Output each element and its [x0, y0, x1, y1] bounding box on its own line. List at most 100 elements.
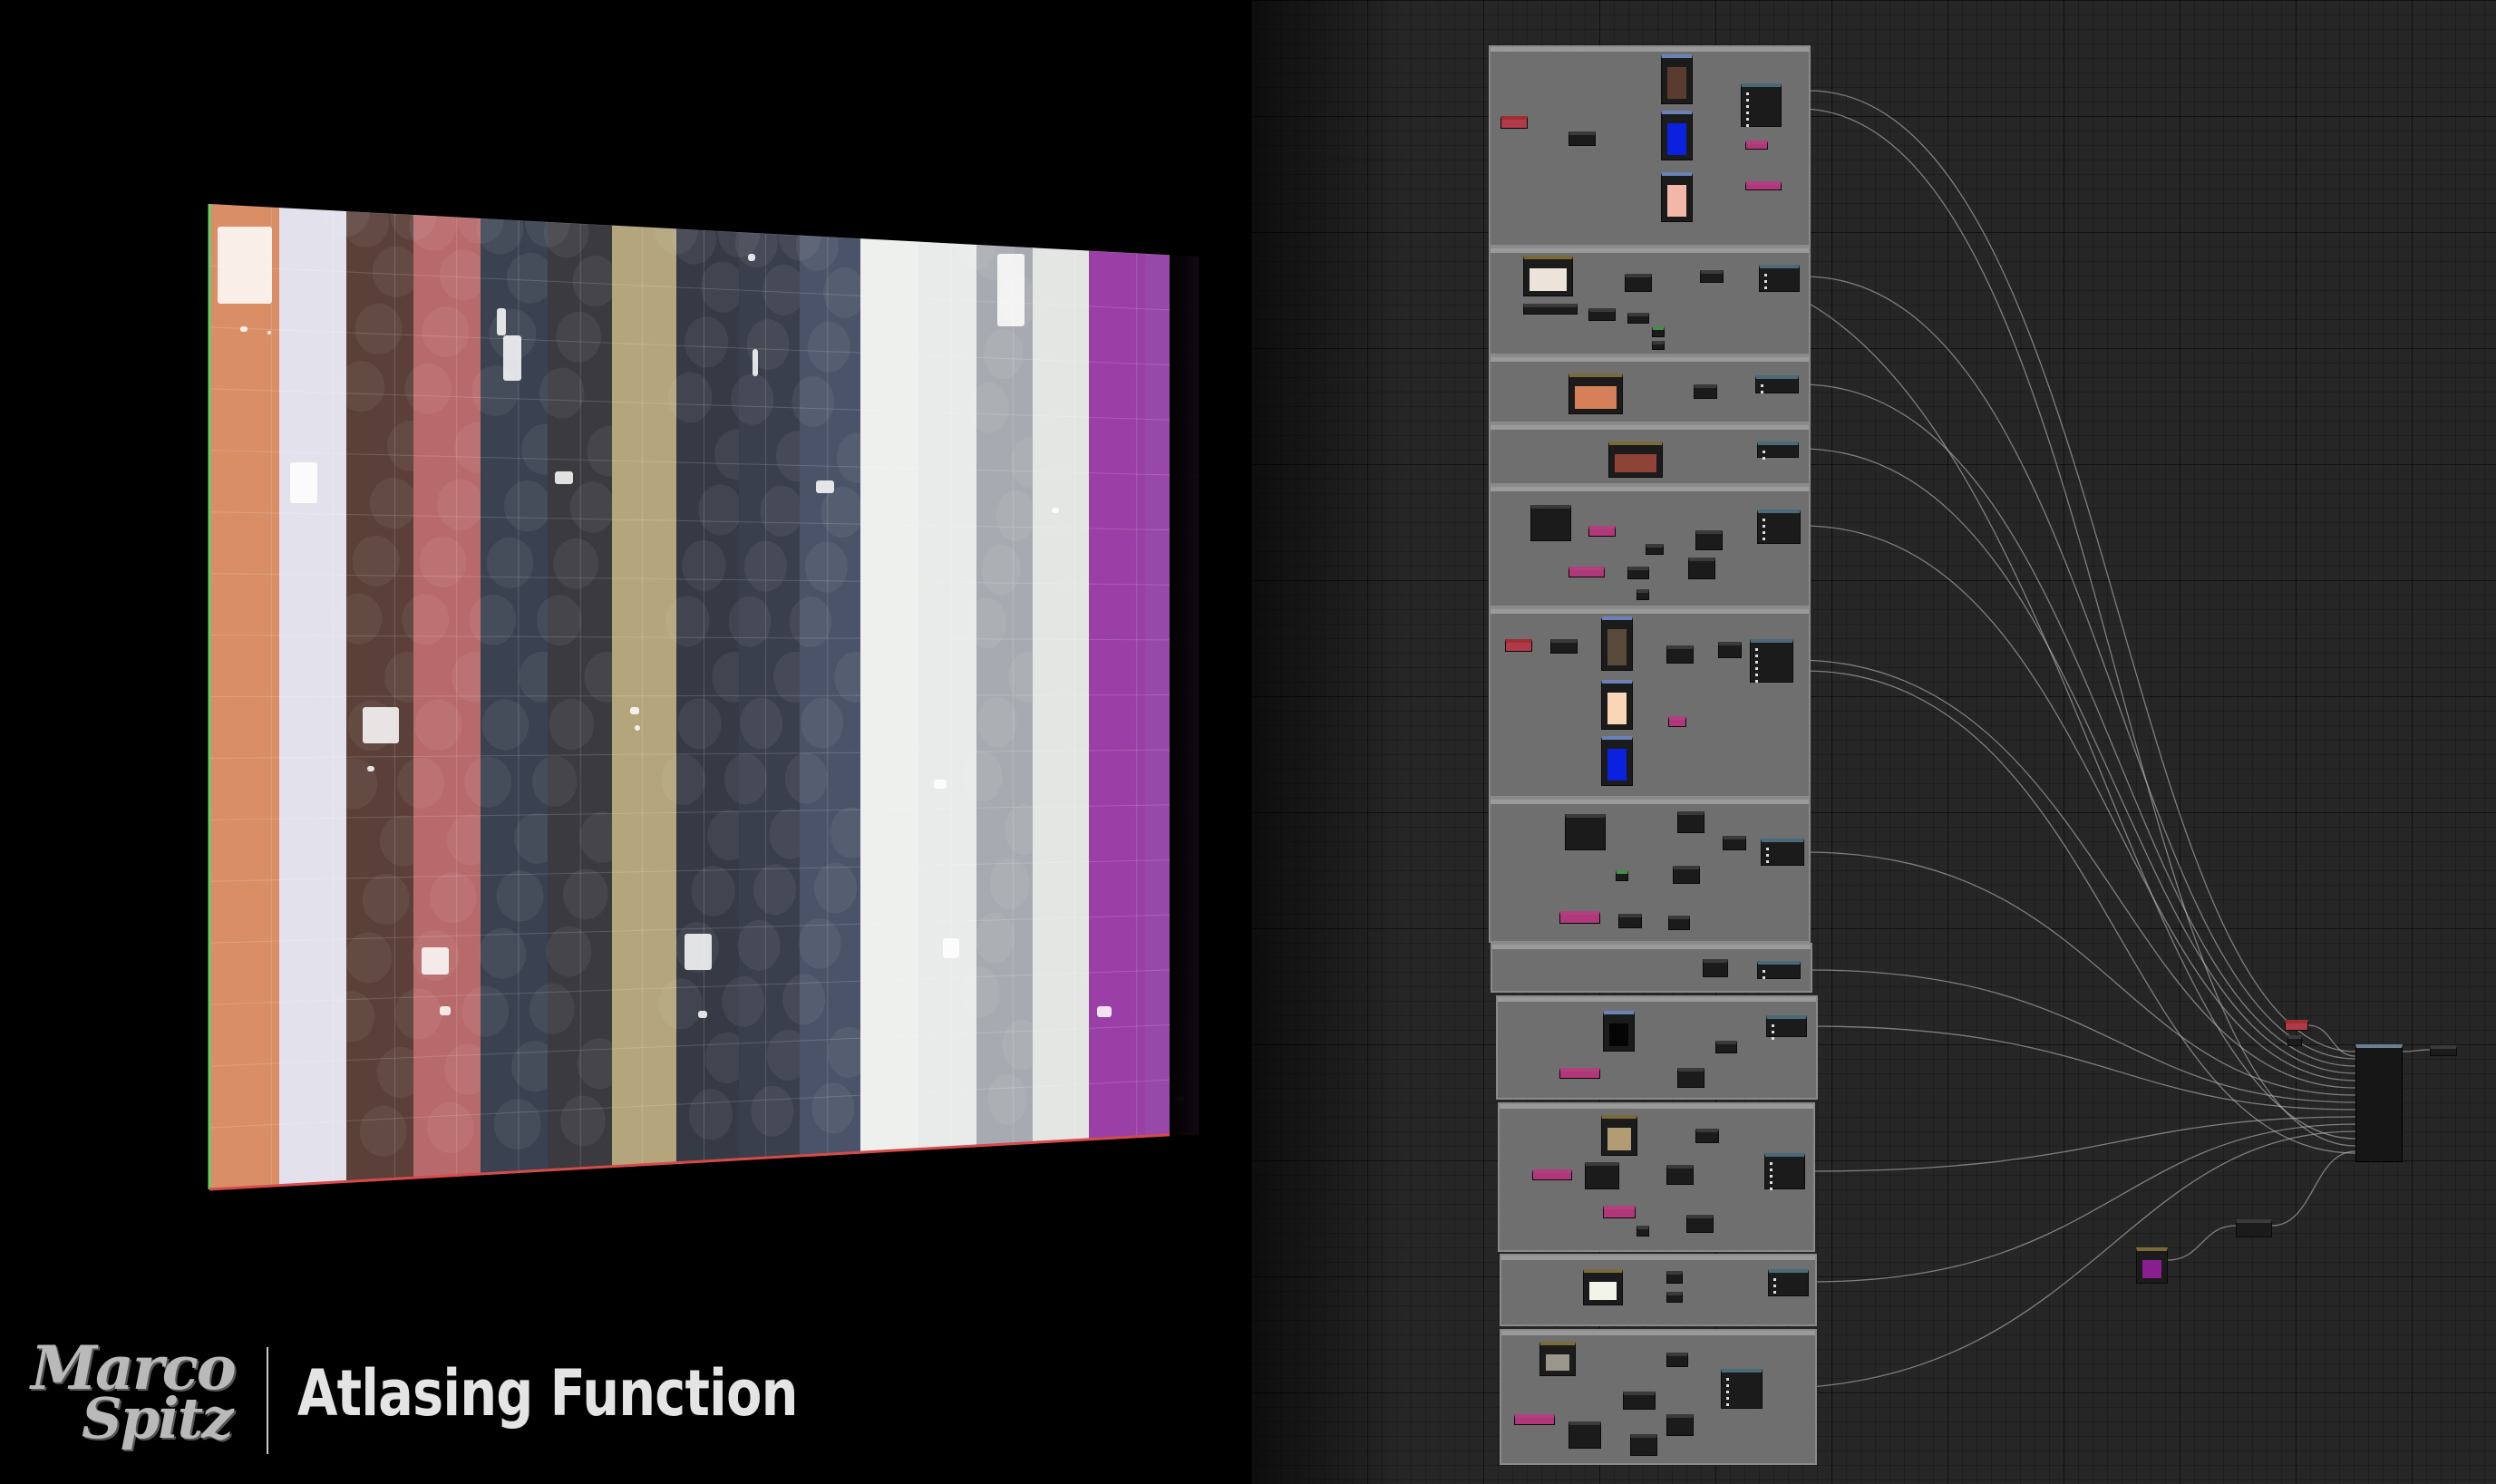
make-material-attributes-node[interactable] [1764, 1153, 1805, 1190]
expression-node[interactable] [1588, 308, 1616, 321]
expression-node[interactable] [1666, 1353, 1688, 1367]
expression-node[interactable] [1666, 1271, 1683, 1284]
expression-node[interactable] [1627, 567, 1649, 579]
make-material-attributes-node[interactable] [1761, 839, 1804, 866]
input-pin[interactable] [1763, 970, 1765, 973]
color-parameter-node[interactable] [1601, 736, 1633, 786]
input-pin[interactable] [1755, 674, 1758, 676]
input-pin[interactable] [1761, 384, 1763, 387]
input-pin[interactable] [1770, 1188, 1772, 1190]
make-material-attributes-node[interactable] [1766, 1015, 1807, 1040]
input-pin[interactable] [1726, 1384, 1729, 1387]
expression-node[interactable] [1568, 131, 1596, 146]
input-pin[interactable] [1746, 99, 1749, 102]
input-pin[interactable] [1755, 680, 1758, 683]
expression-node[interactable] [1668, 716, 1686, 727]
color-parameter-node[interactable] [1583, 1269, 1623, 1305]
input-pin[interactable] [1755, 661, 1758, 664]
expression-node[interactable] [1718, 642, 1742, 658]
input-pin[interactable] [1746, 92, 1749, 95]
expression-node[interactable] [1585, 1162, 1619, 1189]
expression-node[interactable] [1565, 814, 1606, 850]
expression-node[interactable] [2236, 1219, 2272, 1237]
material-output-node[interactable] [2355, 1044, 2403, 1162]
input-pin[interactable] [1755, 655, 1758, 657]
expression-node[interactable] [1550, 639, 1578, 654]
expression-node[interactable] [2285, 1020, 2308, 1031]
expression-node[interactable] [1745, 141, 1768, 150]
input-pin[interactable] [1764, 280, 1767, 283]
expression-node[interactable] [1559, 911, 1600, 924]
expression-node[interactable] [1514, 1414, 1555, 1425]
expression-node[interactable] [1652, 326, 1665, 337]
input-pin[interactable] [1773, 1285, 1776, 1287]
make-material-attributes-node[interactable] [1757, 509, 1801, 544]
make-material-attributes-node[interactable] [1757, 441, 1799, 460]
expression-node[interactable] [1588, 526, 1616, 537]
expression-node[interactable] [1568, 1421, 1601, 1449]
color-parameter-node[interactable] [1661, 54, 1693, 104]
color-parameter-node[interactable] [1601, 616, 1633, 671]
input-pin[interactable] [1746, 118, 1749, 121]
expression-node[interactable] [1745, 181, 1782, 190]
expression-node[interactable] [1627, 313, 1649, 324]
make-material-attributes-node[interactable] [1757, 961, 1801, 979]
expression-node[interactable] [1703, 959, 1728, 977]
expression-node[interactable] [1673, 866, 1700, 884]
input-pin[interactable] [1766, 860, 1769, 863]
expression-node[interactable] [1616, 870, 1628, 881]
expression-node[interactable] [1715, 1041, 1737, 1053]
input-pin[interactable] [1770, 1162, 1772, 1165]
expression-node[interactable] [1695, 1129, 1719, 1143]
input-pin[interactable] [1755, 648, 1758, 651]
comment-group-box[interactable] [1489, 607, 1811, 798]
color-parameter-node[interactable] [1661, 172, 1693, 222]
material-preview-viewport[interactable] [0, 0, 1251, 1484]
color-parameter-node[interactable] [1568, 373, 1623, 414]
input-pin[interactable] [1763, 538, 1765, 540]
color-parameter-node[interactable] [1661, 111, 1693, 160]
input-pin[interactable] [1772, 1024, 1774, 1027]
input-pin[interactable] [1763, 531, 1765, 534]
input-pin[interactable] [1726, 1391, 1729, 1393]
input-pin[interactable] [1763, 457, 1765, 460]
expression-node[interactable] [1505, 639, 1532, 652]
color-parameter-node[interactable] [1539, 1342, 1576, 1376]
expression-node[interactable] [1636, 589, 1649, 600]
expression-node[interactable] [1677, 811, 1704, 833]
expression-node[interactable] [1646, 544, 1664, 555]
make-material-attributes-node[interactable] [1741, 83, 1782, 127]
input-pin[interactable] [1772, 1037, 1774, 1040]
expression-node[interactable] [1532, 1169, 1572, 1180]
input-pin[interactable] [1746, 124, 1749, 127]
color-parameter-node[interactable] [2136, 1247, 2168, 1284]
expression-node[interactable] [1666, 1414, 1694, 1436]
expression-node[interactable] [1530, 505, 1571, 541]
input-pin[interactable] [1770, 1181, 1772, 1184]
input-pin[interactable] [1773, 1278, 1776, 1281]
expression-node[interactable] [1623, 1392, 1656, 1410]
input-pin[interactable] [1746, 112, 1749, 114]
make-material-attributes-node[interactable] [1721, 1369, 1763, 1409]
input-pin[interactable] [1726, 1378, 1729, 1381]
input-pin[interactable] [1761, 391, 1763, 393]
make-material-attributes-node[interactable] [1759, 265, 1800, 292]
expression-node[interactable] [1568, 567, 1605, 577]
expression-node[interactable] [1677, 1068, 1704, 1088]
expression-node[interactable] [1723, 836, 1746, 850]
expression-node[interactable] [1688, 558, 1715, 579]
expression-node[interactable] [2430, 1045, 2457, 1056]
input-pin[interactable] [1746, 105, 1749, 108]
color-parameter-node[interactable] [1608, 441, 1663, 478]
color-parameter-node[interactable] [1603, 1011, 1635, 1052]
expression-node[interactable] [1695, 530, 1723, 550]
expression-node[interactable] [1559, 1068, 1600, 1079]
comment-group-box[interactable] [1496, 995, 1818, 1100]
expression-node[interactable] [1618, 914, 1642, 928]
input-pin[interactable] [1772, 1031, 1774, 1033]
input-pin[interactable] [1766, 854, 1769, 857]
expression-node[interactable] [1686, 1215, 1714, 1233]
expression-node[interactable] [1668, 916, 1690, 930]
input-pin[interactable] [1755, 667, 1758, 670]
expression-node[interactable] [1523, 304, 1578, 315]
